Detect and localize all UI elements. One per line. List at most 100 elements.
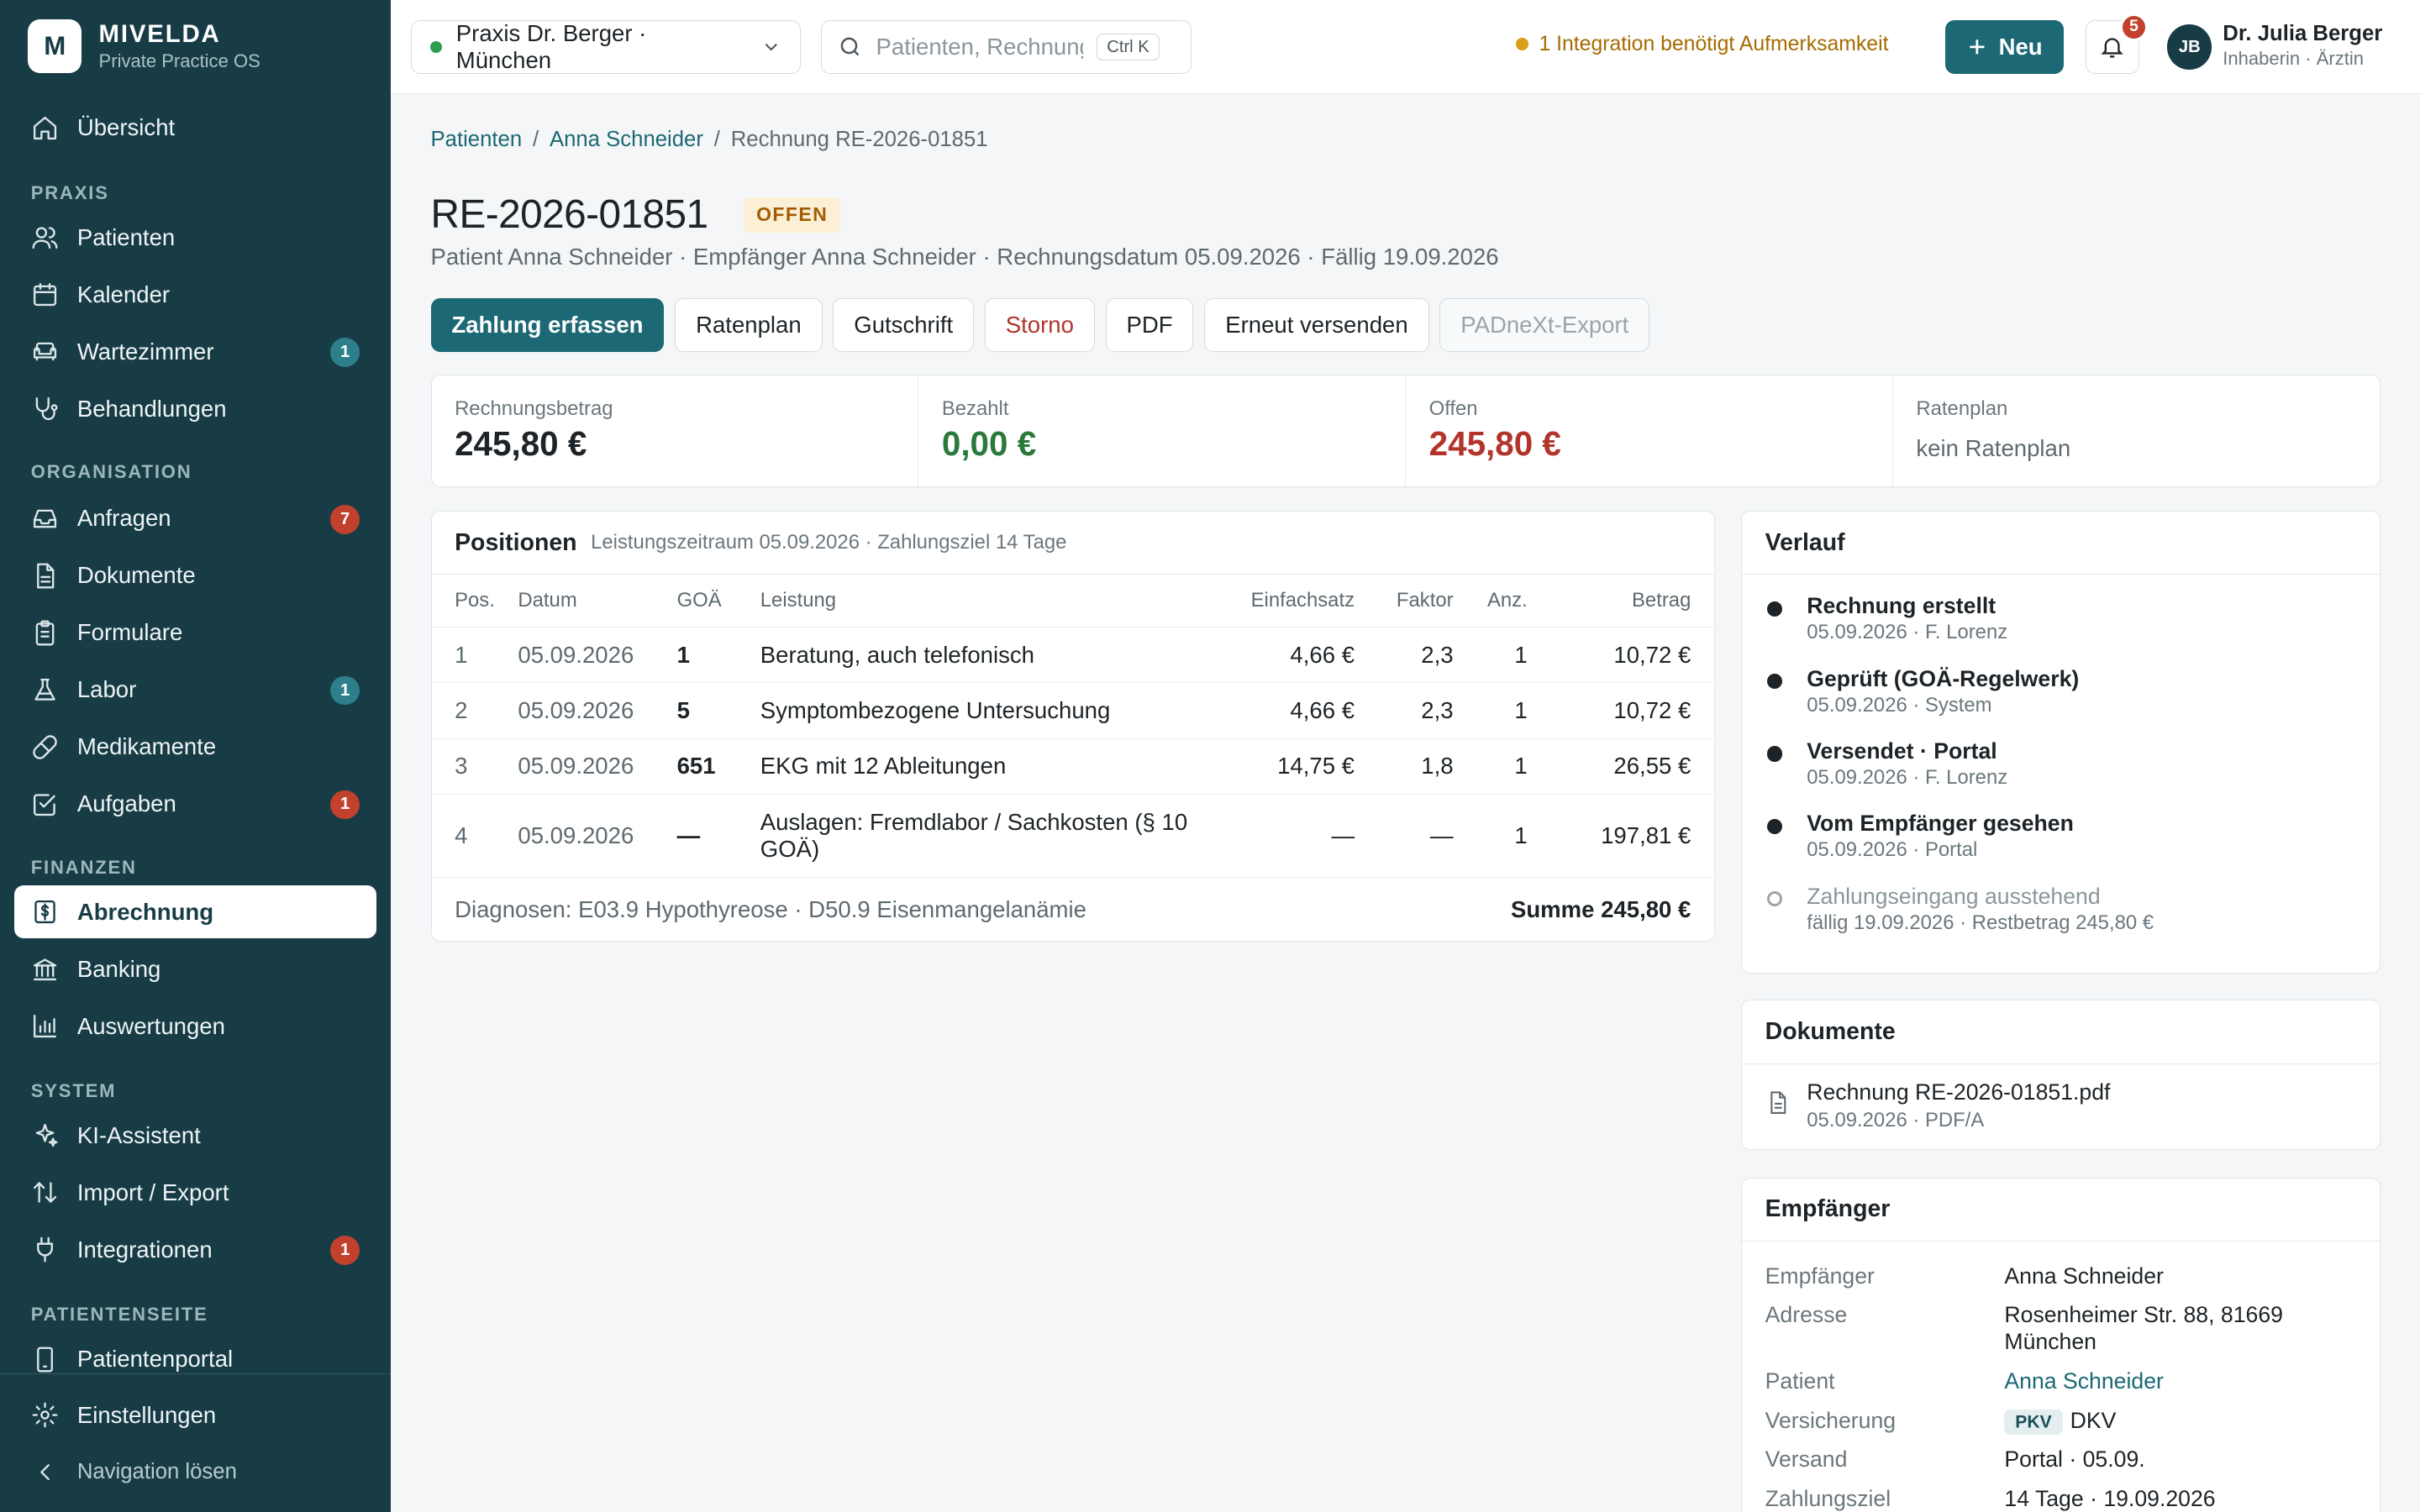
cell-base: — [1232, 794, 1378, 878]
cancel-invoice-button[interactable]: Storno [984, 297, 1095, 352]
sidebar-item-medikamente[interactable]: Medikamente [14, 721, 377, 773]
table-row[interactable]: 2 05.09.2026 5 Symptombezogene Untersuch… [431, 682, 1714, 739]
sidebar-item-dokumente[interactable]: Dokumente [14, 549, 377, 601]
recipient-title: Empfänger [1765, 1195, 1891, 1223]
sidebar-item-settings[interactable]: Einstellungen [14, 1389, 377, 1441]
topbar: Praxis Dr. Berger · München Ctrl K 1 Int… [390, 0, 2420, 95]
integration-warning-link[interactable]: 1 Integration benötigt Aufmerksamkeit [1515, 33, 1888, 56]
sidebar-item-wartezimmer[interactable]: Wartezimmer 1 [14, 326, 377, 378]
section-organisation: ORGANISATION [30, 461, 192, 483]
sidebar-item-behandlungen[interactable]: Behandlungen [14, 383, 377, 435]
section-patientenseite: PATIENTENSEITE [30, 1304, 208, 1326]
cell-amount: 10,72 € [1550, 627, 1714, 684]
cell-service: Symptombezogene Untersuchung [760, 682, 1233, 739]
sidebar-item-formulare[interactable]: Formulare [14, 606, 377, 659]
checkbox-icon [33, 793, 55, 816]
clipboard-icon [35, 620, 55, 646]
table-row[interactable]: 1 05.09.2026 1 Beratung, auch telefonisc… [431, 627, 1714, 684]
cell-qty: 1 [1476, 738, 1551, 795]
record-payment-button[interactable]: Zahlung erfassen [430, 297, 665, 352]
cell-goa: 651 [676, 738, 760, 795]
recipient-details: Empfänger Anna Schneider Adresse Rosenhe… [1742, 1242, 2380, 1512]
sidebar-item-label: Übersicht [76, 114, 176, 141]
cell-factor: — [1377, 794, 1477, 878]
avatar[interactable]: JB [2167, 24, 2212, 70]
breadcrumb-patient-link[interactable]: Anna Schneider [550, 128, 703, 152]
new-button[interactable]: Neu [1944, 19, 2065, 75]
sidebar-item-abrechnung[interactable]: Abrechnung [13, 885, 377, 938]
sidebar-item-import-export[interactable]: Import / Export [14, 1167, 377, 1219]
invoice-meta: Patient Anna Schneider · Empfänger Anna … [430, 244, 1499, 270]
practice-selector[interactable]: Praxis Dr. Berger · München [410, 19, 802, 75]
cell-service: Auslagen: Fremdlabor / Sachkosten (§ 10 … [760, 794, 1233, 878]
page-title: RE-2026-01851 [430, 192, 709, 237]
cell-goa: 1 [676, 627, 760, 684]
detail-value: Rosenheimer Str. 88, 81669 München [2004, 1302, 2283, 1355]
kpi-value: 0,00 € [941, 423, 1037, 463]
sidebar-item-patientenportal[interactable]: Patientenportal [14, 1333, 377, 1385]
brand-logo: M [28, 18, 82, 74]
sidebar-item-overview[interactable]: Übersicht [14, 102, 377, 154]
credit-note-button[interactable]: Gutschrift [833, 297, 975, 352]
section-praxis: PRAXIS [30, 181, 109, 203]
breadcrumb-patients-link[interactable]: Patienten [431, 128, 523, 152]
kpi-value: kein Ratenplan [1916, 434, 2071, 461]
history-title: Verlauf [1765, 528, 1845, 556]
sparkle-icon [35, 1124, 58, 1147]
document-meta: 05.09.2026 · PDF/A [1807, 1108, 1985, 1131]
cell-amount: 197,81 € [1550, 794, 1714, 878]
table-row[interactable]: 3 05.09.2026 651 EKG mit 12 Ableitungen … [431, 738, 1714, 795]
sidebar-item-labor[interactable]: Labor 1 [14, 664, 377, 716]
pdf-button[interactable]: PDF [1105, 297, 1194, 352]
cell-pos: 2 [431, 682, 518, 739]
notification-count-badge: 5 [2120, 13, 2149, 41]
user-name[interactable]: Dr. Julia Berger [2223, 22, 2382, 46]
cell-qty: 1 [1476, 627, 1551, 684]
bank-icon [33, 958, 56, 981]
document-item[interactable]: Rechnung RE-2026-01851.pdf 05.09.2026 · … [1742, 1064, 2380, 1147]
search-input[interactable] [876, 34, 1083, 61]
sidebar-item-label: Auswertungen [76, 1012, 225, 1039]
sidebar-item-anfragen[interactable]: Anfragen 7 [14, 492, 377, 544]
timeline-title: Vom Empfänger gesehen [1807, 811, 2074, 837]
timeline-dot-pending [1766, 890, 1782, 907]
timeline-item: Versendet · Portal 05.09.2026 · F. Loren… [1765, 738, 2356, 811]
cell-factor: 2,3 [1377, 682, 1477, 739]
positions-card: Positionen Leistungszeitraum 05.09.2026 … [430, 511, 1715, 942]
sidebar-item-kalender[interactable]: Kalender [14, 269, 377, 321]
notifications-button[interactable]: 5 [2085, 13, 2149, 75]
table-row[interactable]: 4 05.09.2026 — Auslagen: Fremdlabor / Sa… [431, 794, 1714, 878]
installment-plan-button[interactable]: Ratenplan [675, 297, 823, 352]
breadcrumb-separator: / [713, 128, 720, 152]
resend-button[interactable]: Erneut versenden [1204, 297, 1429, 352]
sidebar-divider [0, 1373, 391, 1374]
kpi-label: Offen [1428, 397, 1478, 421]
positions-table: Pos. Datum GOÄ Leistung Einfachsatz Fakt… [431, 575, 1714, 878]
cell-service: Beratung, auch telefonisch [760, 627, 1233, 684]
breadcrumb: Patienten / Anna Schneider / Rechnung RE… [431, 128, 988, 152]
sidebar-item-patienten[interactable]: Patienten [14, 212, 377, 264]
plug-icon [36, 1237, 53, 1263]
padnext-export-button[interactable]: PADneXt-Export [1439, 297, 1650, 352]
home-icon [33, 116, 56, 140]
sidebar-item-auswertungen[interactable]: Auswertungen [14, 1000, 377, 1052]
collapse-navigation-button[interactable]: Navigation lösen [14, 1446, 377, 1498]
count-badge: 1 [330, 675, 360, 706]
search-shortcut: Ctrl K [1097, 33, 1160, 61]
plus-icon [1970, 39, 1985, 55]
kpi-value: 245,80 € [455, 423, 587, 463]
patient-link[interactable]: Anna Schneider [2004, 1368, 2163, 1395]
sidebar-item-banking[interactable]: Banking [14, 942, 377, 995]
timeline-subtitle: 05.09.2026 · F. Lorenz [1807, 621, 2008, 644]
bar-chart-icon [33, 1015, 56, 1038]
sidebar-item-ki-assistent[interactable]: KI-Assistent [14, 1110, 377, 1162]
recipient-card: Empfänger Empfänger Anna Schneider Adres… [1741, 1177, 2381, 1512]
documents-header: Dokumente [1742, 1000, 2380, 1064]
count-badge: 1 [330, 338, 360, 368]
sidebar-item-aufgaben[interactable]: Aufgaben 1 [14, 778, 377, 830]
kpi-strip: Rechnungsbetrag 245,80 € Bezahlt 0,00 € … [430, 375, 2381, 488]
pill-icon [33, 734, 57, 759]
sidebar-item-label: Labor [76, 676, 137, 703]
practice-name: Praxis Dr. Berger · München [455, 20, 647, 74]
sidebar-item-integrationen[interactable]: Integrationen 1 [14, 1224, 377, 1276]
